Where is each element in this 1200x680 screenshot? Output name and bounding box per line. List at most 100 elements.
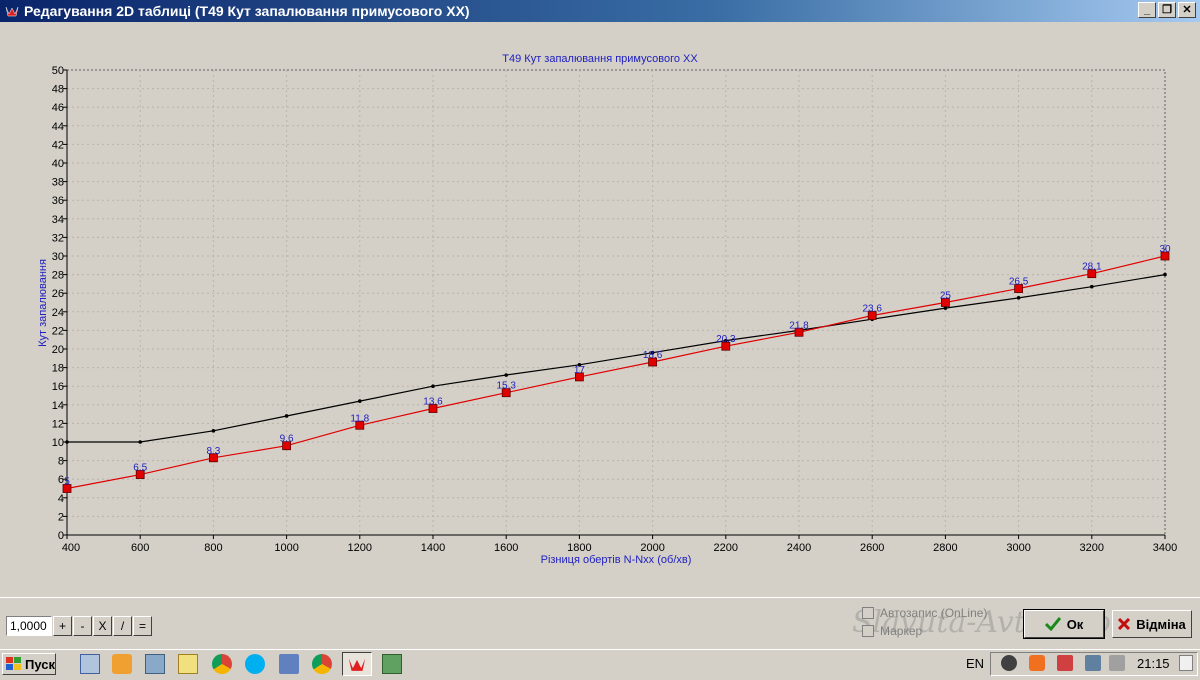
y-tick-label: 36 (52, 195, 64, 207)
taskbar-network-icon[interactable] (279, 654, 299, 674)
data-label: 23.6 (862, 304, 882, 315)
autosave-checkbox[interactable]: Автозапис (OnLine) (862, 606, 987, 620)
start-button[interactable]: Пуск (2, 653, 56, 675)
minimize-button[interactable]: _ (1138, 2, 1156, 18)
x-tick-label: 3200 (1080, 542, 1104, 554)
taskbar-map-icon[interactable] (382, 654, 402, 674)
tray-app-icon[interactable] (1001, 655, 1017, 671)
y-tick-label: 40 (52, 158, 64, 170)
y-tick-label: 16 (52, 381, 64, 393)
cancel-button[interactable]: Відміна (1112, 610, 1192, 638)
chrome-icon[interactable] (312, 654, 332, 674)
y-tick-label: 0 (58, 530, 64, 542)
x-tick-label: 1600 (494, 542, 518, 554)
marker-label: Маркер (880, 624, 923, 638)
clock: 21:15 (1137, 656, 1170, 671)
data-point (1016, 296, 1021, 300)
taskbar-file-icon[interactable] (80, 654, 100, 674)
y-tick-label: 24 (52, 307, 64, 319)
antivirus-icon[interactable] (1029, 655, 1045, 671)
data-label: 11.8 (350, 413, 369, 424)
y-tick-label: 2 (58, 511, 64, 523)
data-label: 18.6 (643, 350, 663, 361)
y-tick-label: 46 (52, 102, 64, 114)
multiply-button[interactable]: X (93, 616, 112, 636)
y-tick-label: 20 (52, 344, 64, 356)
taskbar-window-icon[interactable] (145, 654, 165, 674)
chart-x-label: Різниця обертів N-Nxx (об/хв) (541, 554, 692, 566)
x-tick-label: 3000 (1006, 542, 1030, 554)
y-tick-label: 34 (52, 214, 64, 226)
x-tick-label: 400 (62, 542, 80, 554)
subtract-button[interactable]: - (73, 616, 92, 636)
title-bar: Редагування 2D таблиці (T49 Кут запалюва… (0, 0, 1200, 22)
restore-button[interactable]: ❐ (1158, 2, 1176, 18)
data-label: 5 (64, 477, 70, 488)
chrome-icon[interactable] (212, 654, 232, 674)
x-tick-label: 1800 (567, 542, 591, 554)
y-tick-label: 28 (52, 270, 64, 282)
x-tick-label: 1000 (274, 542, 298, 554)
x-tick-label: 2200 (714, 542, 738, 554)
y-tick-label: 38 (52, 177, 64, 189)
plot-frame (66, 69, 1166, 536)
autosave-label: Автозапис (OnLine) (880, 606, 988, 620)
data-label: 17 (574, 365, 586, 376)
cancel-label: Відміна (1136, 616, 1186, 632)
data-label: 30 (1159, 244, 1171, 255)
app-icon (348, 658, 366, 671)
marker-checkbox[interactable]: Маркер (862, 624, 922, 638)
x-tick-label: 1200 (348, 542, 372, 554)
checkbox-box[interactable] (862, 625, 874, 637)
y-tick-label: 4 (58, 493, 64, 505)
taskbar: Пуск EN 21:15 (0, 649, 1200, 678)
y-tick-label: 26 (52, 288, 64, 300)
x-tick-label: 2800 (933, 542, 957, 554)
tray-alert-icon[interactable] (1057, 655, 1073, 671)
x-tick-label: 3400 (1153, 542, 1177, 554)
y-tick-label: 42 (52, 139, 64, 151)
add-button[interactable]: + (53, 616, 72, 636)
y-tick-label: 10 (52, 437, 64, 449)
data-label: 20.3 (716, 334, 736, 345)
x-tick-label: 600 (131, 542, 149, 554)
data-label: 9.6 (280, 434, 294, 445)
windows-logo-icon (6, 657, 21, 670)
y-tick-label: 14 (52, 400, 64, 412)
data-point (65, 440, 69, 444)
divide-button[interactable]: / (113, 616, 132, 636)
app-icon (5, 6, 19, 17)
multiplier-input[interactable] (6, 616, 52, 636)
taskbar-folder-icon[interactable] (178, 654, 198, 674)
volume-icon[interactable] (1109, 655, 1125, 671)
close-button[interactable]: ✕ (1178, 2, 1196, 18)
bottom-panel: + - X / = Автозапис (OnLine) Маркер Ок В… (0, 597, 1200, 648)
active-app-icon[interactable] (342, 652, 372, 676)
cross-icon (1118, 618, 1131, 630)
data-label: 15.3 (496, 381, 516, 392)
x-tick-label: 2400 (787, 542, 811, 554)
x-tick-label: 2600 (860, 542, 884, 554)
series-line-red (66, 255, 1166, 490)
x-tick-label: 1400 (421, 542, 445, 554)
skype-icon[interactable] (245, 654, 265, 674)
chart[interactable]: T49 Кут запалювання примусового XX Кут з… (0, 22, 1200, 597)
ok-label: Ок (1066, 616, 1084, 632)
taskbar-media-icon[interactable] (112, 654, 132, 674)
ok-button[interactable]: Ок (1023, 609, 1105, 639)
network-icon[interactable] (1085, 655, 1101, 671)
x-tick-label: 2000 (640, 542, 664, 554)
system-tray: 21:15 (990, 652, 1198, 676)
y-tick-label: 32 (52, 232, 64, 244)
chart-y-label: Кут запалювання (37, 259, 49, 347)
data-point (211, 429, 216, 433)
data-label: 8.3 (206, 446, 220, 457)
y-tick-label: 44 (52, 121, 64, 133)
show-desktop-icon[interactable] (1179, 655, 1193, 671)
data-point (358, 399, 362, 403)
multiplier-calculator: + - X / = (6, 616, 152, 636)
checkbox-box[interactable] (862, 607, 874, 619)
data-point (284, 414, 289, 418)
equals-button[interactable]: = (133, 616, 152, 636)
language-indicator[interactable]: EN (966, 656, 984, 671)
